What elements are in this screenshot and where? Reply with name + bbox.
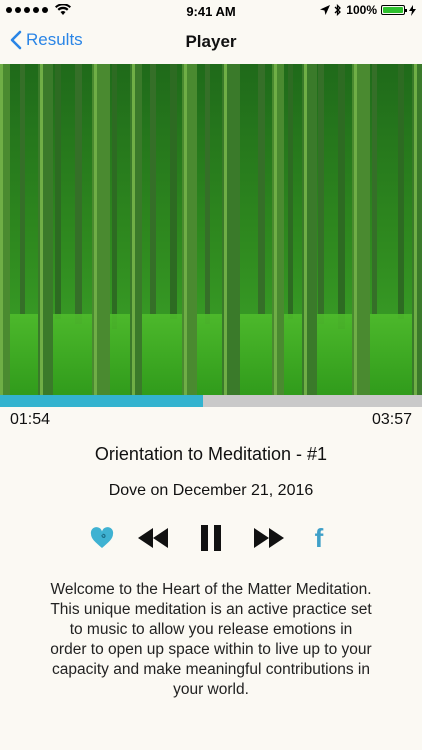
rewind-button[interactable] xyxy=(136,520,170,556)
track-artwork xyxy=(0,64,422,395)
fast-forward-button[interactable] xyxy=(252,520,286,556)
forest-image xyxy=(0,64,422,395)
status-bar: 9:41 AM 100% xyxy=(0,0,422,22)
total-time: 03:57 xyxy=(371,411,412,428)
page-title: Player xyxy=(185,32,237,51)
fast-forward-icon xyxy=(254,528,284,548)
elapsed-time: 01:54 xyxy=(10,411,51,428)
pause-button[interactable] xyxy=(198,520,224,556)
playback-controls: f xyxy=(0,520,422,556)
progress-bar[interactable] xyxy=(0,395,422,407)
favorite-button[interactable] xyxy=(88,520,116,556)
pause-icon xyxy=(201,525,221,551)
battery-icon xyxy=(381,5,407,15)
charging-bolt-icon xyxy=(409,4,416,16)
battery-percent: 100% xyxy=(346,3,377,17)
progress-fill xyxy=(0,395,203,407)
location-arrow-icon xyxy=(320,5,331,15)
track-title: Orientation to Meditation - #1 xyxy=(94,444,328,464)
track-author-date: Dove on December 21, 2016 xyxy=(108,482,314,499)
bluetooth-icon xyxy=(334,4,342,16)
facebook-icon[interactable]: f xyxy=(308,520,330,556)
track-description: Welcome to the Heart of the Matter Medit… xyxy=(50,581,372,698)
heart-icon xyxy=(90,527,114,548)
navigation-bar: Results Player xyxy=(0,22,422,64)
facebook-label: f xyxy=(314,522,324,553)
rewind-icon xyxy=(138,528,168,548)
